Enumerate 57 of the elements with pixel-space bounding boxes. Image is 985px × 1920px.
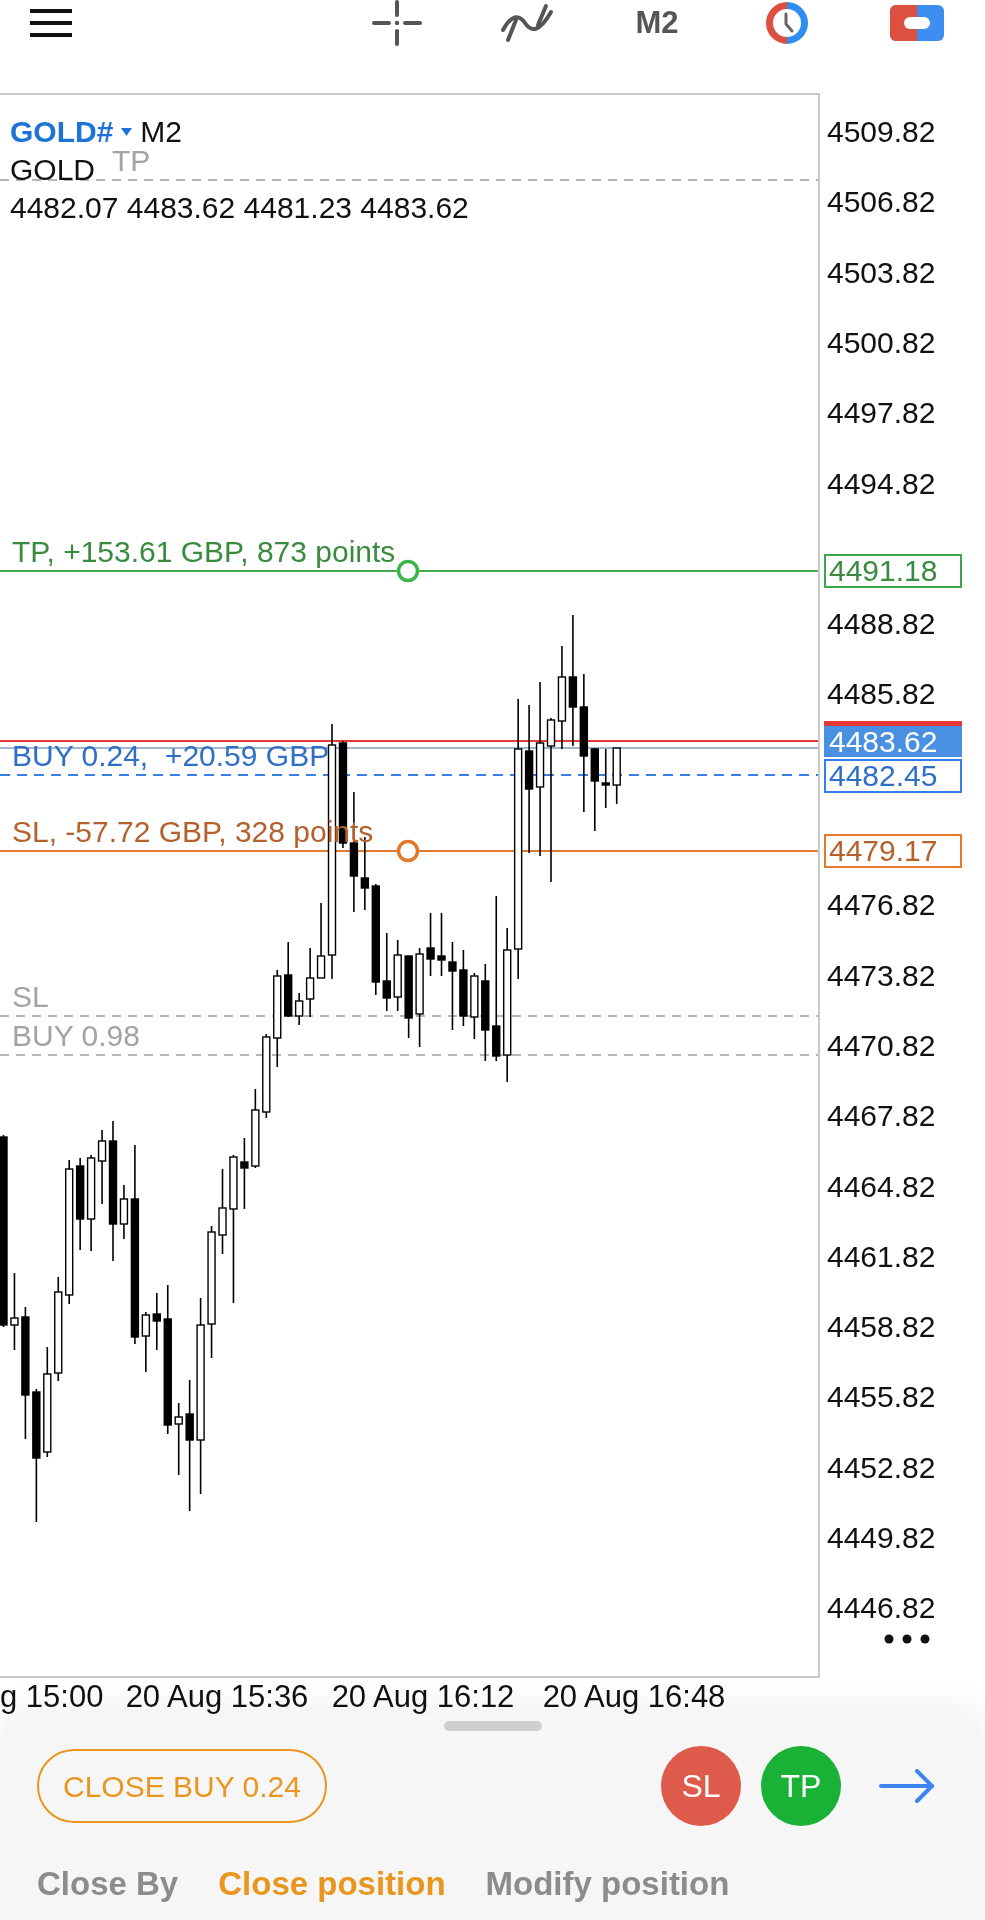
candle: [437, 912, 446, 977]
symbol-name[interactable]: GOLD#: [10, 113, 114, 151]
tab[interactable]: Close position: [218, 1865, 446, 1903]
order-line-label: TP, +153.61 GBP, 873 points: [12, 535, 396, 569]
ring-handle-icon[interactable]: [396, 559, 420, 583]
price-tag: 4479.17: [824, 834, 962, 868]
price-axis-label: 4494.82: [827, 466, 936, 501]
price-tag: 4491.18: [824, 554, 962, 588]
price-axis-label: 4476.82: [827, 888, 936, 923]
curve-icon[interactable]: [500, 3, 554, 43]
candle: [612, 747, 621, 805]
price-axis-label: 4455.82: [827, 1380, 936, 1415]
ring-handle-icon[interactable]: [396, 839, 420, 863]
order-line-label: BUY 0.24, +20.59 GBP: [12, 739, 330, 773]
sheet-handle[interactable]: [443, 1721, 542, 1731]
order-line-label: SL: [12, 980, 49, 1014]
time-axis-label: 20 Aug 15:36: [125, 1680, 309, 1714]
price-axis-label: 4461.82: [827, 1239, 936, 1274]
crosshair-icon[interactable]: [372, 0, 422, 46]
candle: [426, 912, 435, 977]
time-axis-label: 20 Aug 16:12: [331, 1680, 515, 1714]
price-axis-label: 4473.82: [827, 958, 936, 993]
candle: [470, 972, 479, 1040]
timeframe-button[interactable]: M2: [617, 3, 697, 43]
price-axis-label: 4464.82: [827, 1169, 936, 1204]
more-icon[interactable]: [884, 1634, 930, 1644]
price-axis-label: 4500.82: [827, 325, 936, 360]
order-line-label: BUY 0.98: [12, 1019, 140, 1053]
price-axis-label: 4449.82: [827, 1521, 936, 1555]
price-axis-label: 4458.82: [827, 1310, 936, 1345]
price-axis-label: 4509.82: [827, 115, 936, 149]
price-tag: 4483.62: [824, 721, 962, 757]
price-axis-label: 4452.82: [827, 1450, 936, 1485]
tab[interactable]: Close By: [37, 1865, 179, 1903]
price-axis-label: 4503.82: [827, 255, 936, 290]
price-axis-label: 4467.82: [827, 1099, 936, 1134]
tab[interactable]: Modify position: [485, 1865, 730, 1903]
price-axis-label: 4485.82: [827, 677, 936, 712]
candle: [152, 1292, 161, 1351]
price-axis-label: 4488.82: [827, 607, 936, 642]
candle: [601, 748, 610, 809]
close-position-button[interactable]: CLOSE BUY 0.24: [37, 1749, 327, 1823]
sl-button[interactable]: SL: [661, 1746, 741, 1826]
split-tile-icon[interactable]: [890, 5, 944, 41]
price-tag: 4482.45: [824, 759, 962, 793]
symbol-description: GOLD: [10, 152, 96, 188]
tp-button[interactable]: TP: [761, 1746, 841, 1826]
caret-icon[interactable]: [121, 128, 133, 136]
clock-icon[interactable]: [763, 2, 811, 44]
price-axis-label: 4506.82: [827, 185, 936, 220]
price-axis-label: 4446.82: [827, 1591, 936, 1626]
price-axis-label: 4470.82: [827, 1028, 936, 1063]
price-axis-label: 4497.82: [827, 396, 936, 431]
time-axis-label: g 15:00: [0, 1680, 104, 1714]
ohlc-values: 4482.07 4483.62 4481.23 4483.62: [10, 190, 469, 226]
menu-icon[interactable]: [30, 9, 72, 37]
time-axis-label: 20 Aug 16:48: [542, 1680, 726, 1714]
